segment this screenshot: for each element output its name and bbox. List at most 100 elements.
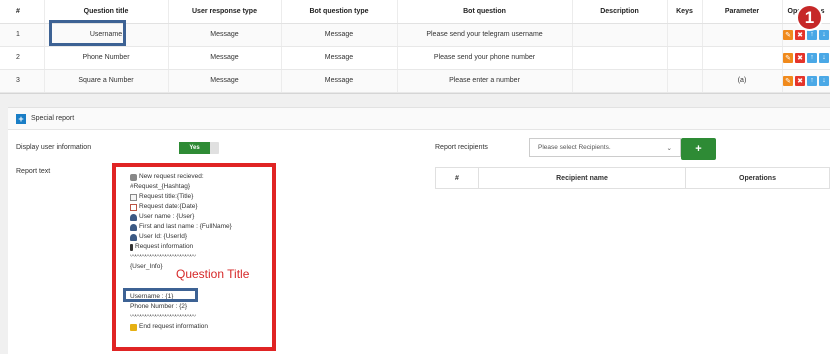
keys-cell <box>667 46 703 70</box>
phone-icon <box>130 243 133 251</box>
report-line-text: 〰〰〰〰〰〰〰〰〰〰〰〰〰 <box>130 314 196 320</box>
person-icon <box>130 213 137 221</box>
report-line-text: Request information <box>135 243 194 250</box>
report-line-text: Request title:{Title} <box>139 193 194 200</box>
chevron-down-icon: ⌄ <box>666 144 672 152</box>
table-row: 2 Phone Number Message Message Please se… <box>0 46 830 70</box>
parameter-cell: (a) <box>702 69 783 93</box>
questions-panel: # Question title User response type Bot … <box>0 0 830 94</box>
bot-question-cell: Please send your phone number <box>397 46 573 70</box>
report-line: User name : {User} <box>130 212 274 222</box>
report-line: Request information <box>130 242 274 252</box>
user-response-type-cell: Message <box>168 69 282 93</box>
bot-question-cell: Please enter a number <box>397 69 573 93</box>
report-text-area[interactable]: New request recieved: #Request_{Hashtag}… <box>115 164 275 349</box>
report-text-label: Report text <box>16 168 51 175</box>
question-title-cell: Phone Number <box>44 46 169 70</box>
bot-question-type-cell: Message <box>281 69 398 93</box>
report-line-text: End request information <box>139 323 209 330</box>
report-line: 〰〰〰〰〰〰〰〰〰〰〰〰〰 <box>130 252 274 262</box>
special-report-panel: + Special report Display user informatio… <box>8 107 830 354</box>
edit-icon[interactable]: ✎ <box>783 52 793 63</box>
bot-question-type-cell: Message <box>281 23 398 47</box>
column-header-keys[interactable]: Keys <box>667 0 703 24</box>
keys-cell <box>667 69 703 93</box>
report-line: End request information <box>130 322 274 332</box>
expand-plus-icon[interactable]: + <box>16 113 26 124</box>
table-row: 3 Square a Number Message Message Please… <box>0 69 830 93</box>
report-line: Phone Number : {2} <box>130 302 274 312</box>
row-number: 2 <box>0 46 45 70</box>
report-line: #Request_{Hashtag} <box>130 182 274 192</box>
special-report-title: Special report <box>31 115 75 122</box>
arrow-up-icon[interactable]: ↑ <box>807 29 817 40</box>
arrow-down-icon[interactable]: ↓ <box>819 75 829 86</box>
report-line-text: #Request_{Hashtag} <box>130 183 190 190</box>
description-cell <box>572 69 668 93</box>
questions-table: # Question title User response type Bot … <box>0 0 830 93</box>
calendar-icon <box>130 203 137 211</box>
document-icon <box>130 193 137 201</box>
username-highlight-box <box>49 20 126 46</box>
report-line-text: User Id: {UserId} <box>139 233 188 240</box>
report-line-text: New request recieved: <box>139 173 204 180</box>
description-cell <box>572 23 668 47</box>
report-line: 〰〰〰〰〰〰〰〰〰〰〰〰〰 <box>130 312 274 322</box>
row-number: 1 <box>0 23 45 47</box>
report-line: New request recieved: <box>130 172 274 182</box>
column-header-num: # <box>435 167 479 189</box>
question-title-annotation: Question Title <box>176 267 250 281</box>
recipients-table: # Recipient name Operations <box>435 167 830 189</box>
bot-question-cell: Please send your telegram username <box>397 23 573 47</box>
report-line-text: First and last name : {FullName} <box>139 223 232 230</box>
arrow-up-icon[interactable]: ↑ <box>807 75 817 86</box>
delete-icon[interactable]: ✖ <box>795 29 805 40</box>
column-header-bot-question[interactable]: Bot question <box>397 0 573 24</box>
user-response-type-cell: Message <box>168 23 282 47</box>
display-user-info-toggle[interactable]: Yes <box>179 142 219 154</box>
column-header-parameter[interactable]: Parameter <box>702 0 783 24</box>
user-response-type-cell: Message <box>168 46 282 70</box>
report-line-text: User name : {User} <box>139 213 195 220</box>
operations-cell: ✎ ✖ ↑ ↓ <box>782 69 830 93</box>
add-recipient-button[interactable]: + <box>681 138 716 160</box>
arrow-down-icon[interactable]: ↓ <box>819 52 829 63</box>
edit-icon[interactable]: ✎ <box>783 29 793 40</box>
report-line: Request date:{Date} <box>130 202 274 212</box>
column-header-description[interactable]: Description <box>572 0 668 24</box>
bot-question-type-cell: Message <box>281 46 398 70</box>
parameter-cell <box>702 23 783 47</box>
report-line: Request title:{Title} <box>130 192 274 202</box>
step-badge: 1 <box>796 4 823 31</box>
row-number: 3 <box>0 69 45 93</box>
special-report-header[interactable]: + Special report <box>8 108 830 130</box>
delete-icon[interactable]: ✖ <box>795 52 805 63</box>
bus-icon <box>130 323 137 331</box>
keys-cell <box>667 23 703 47</box>
recipients-select-placeholder: Please select Recipients. <box>538 144 611 151</box>
question-title-cell: Square a Number <box>44 69 169 93</box>
speech-icon <box>130 173 137 181</box>
arrow-up-icon[interactable]: ↑ <box>807 52 817 63</box>
arrow-down-icon[interactable]: ↓ <box>819 29 829 40</box>
delete-icon[interactable]: ✖ <box>795 75 805 86</box>
table-header-row: # Recipient name Operations <box>435 167 830 189</box>
description-cell <box>572 46 668 70</box>
column-header-user-response-type[interactable]: User response type <box>168 0 282 24</box>
recipients-select[interactable]: Please select Recipients. ⌄ <box>529 138 681 157</box>
username-line-highlight-box <box>123 288 198 302</box>
report-line-text: 〰〰〰〰〰〰〰〰〰〰〰〰〰 <box>130 254 196 260</box>
column-header-bot-question-type[interactable]: Bot question type <box>281 0 398 24</box>
operations-cell: ✎ ✖ ↑ ↓ <box>782 46 830 70</box>
person-icon <box>130 233 137 241</box>
parameter-cell <box>702 46 783 70</box>
person-icon <box>130 223 137 231</box>
edit-icon[interactable]: ✎ <box>783 75 793 86</box>
report-recipients-label: Report recipients <box>435 144 488 151</box>
report-line-text: Phone Number : {2} <box>130 303 188 310</box>
column-header-recipient-name: Recipient name <box>478 167 686 189</box>
column-header-num: # <box>0 0 45 24</box>
toggle-yes-label: Yes <box>179 142 210 154</box>
column-header-operations: Operations <box>685 167 830 189</box>
report-line: First and last name : {FullName} <box>130 222 274 232</box>
